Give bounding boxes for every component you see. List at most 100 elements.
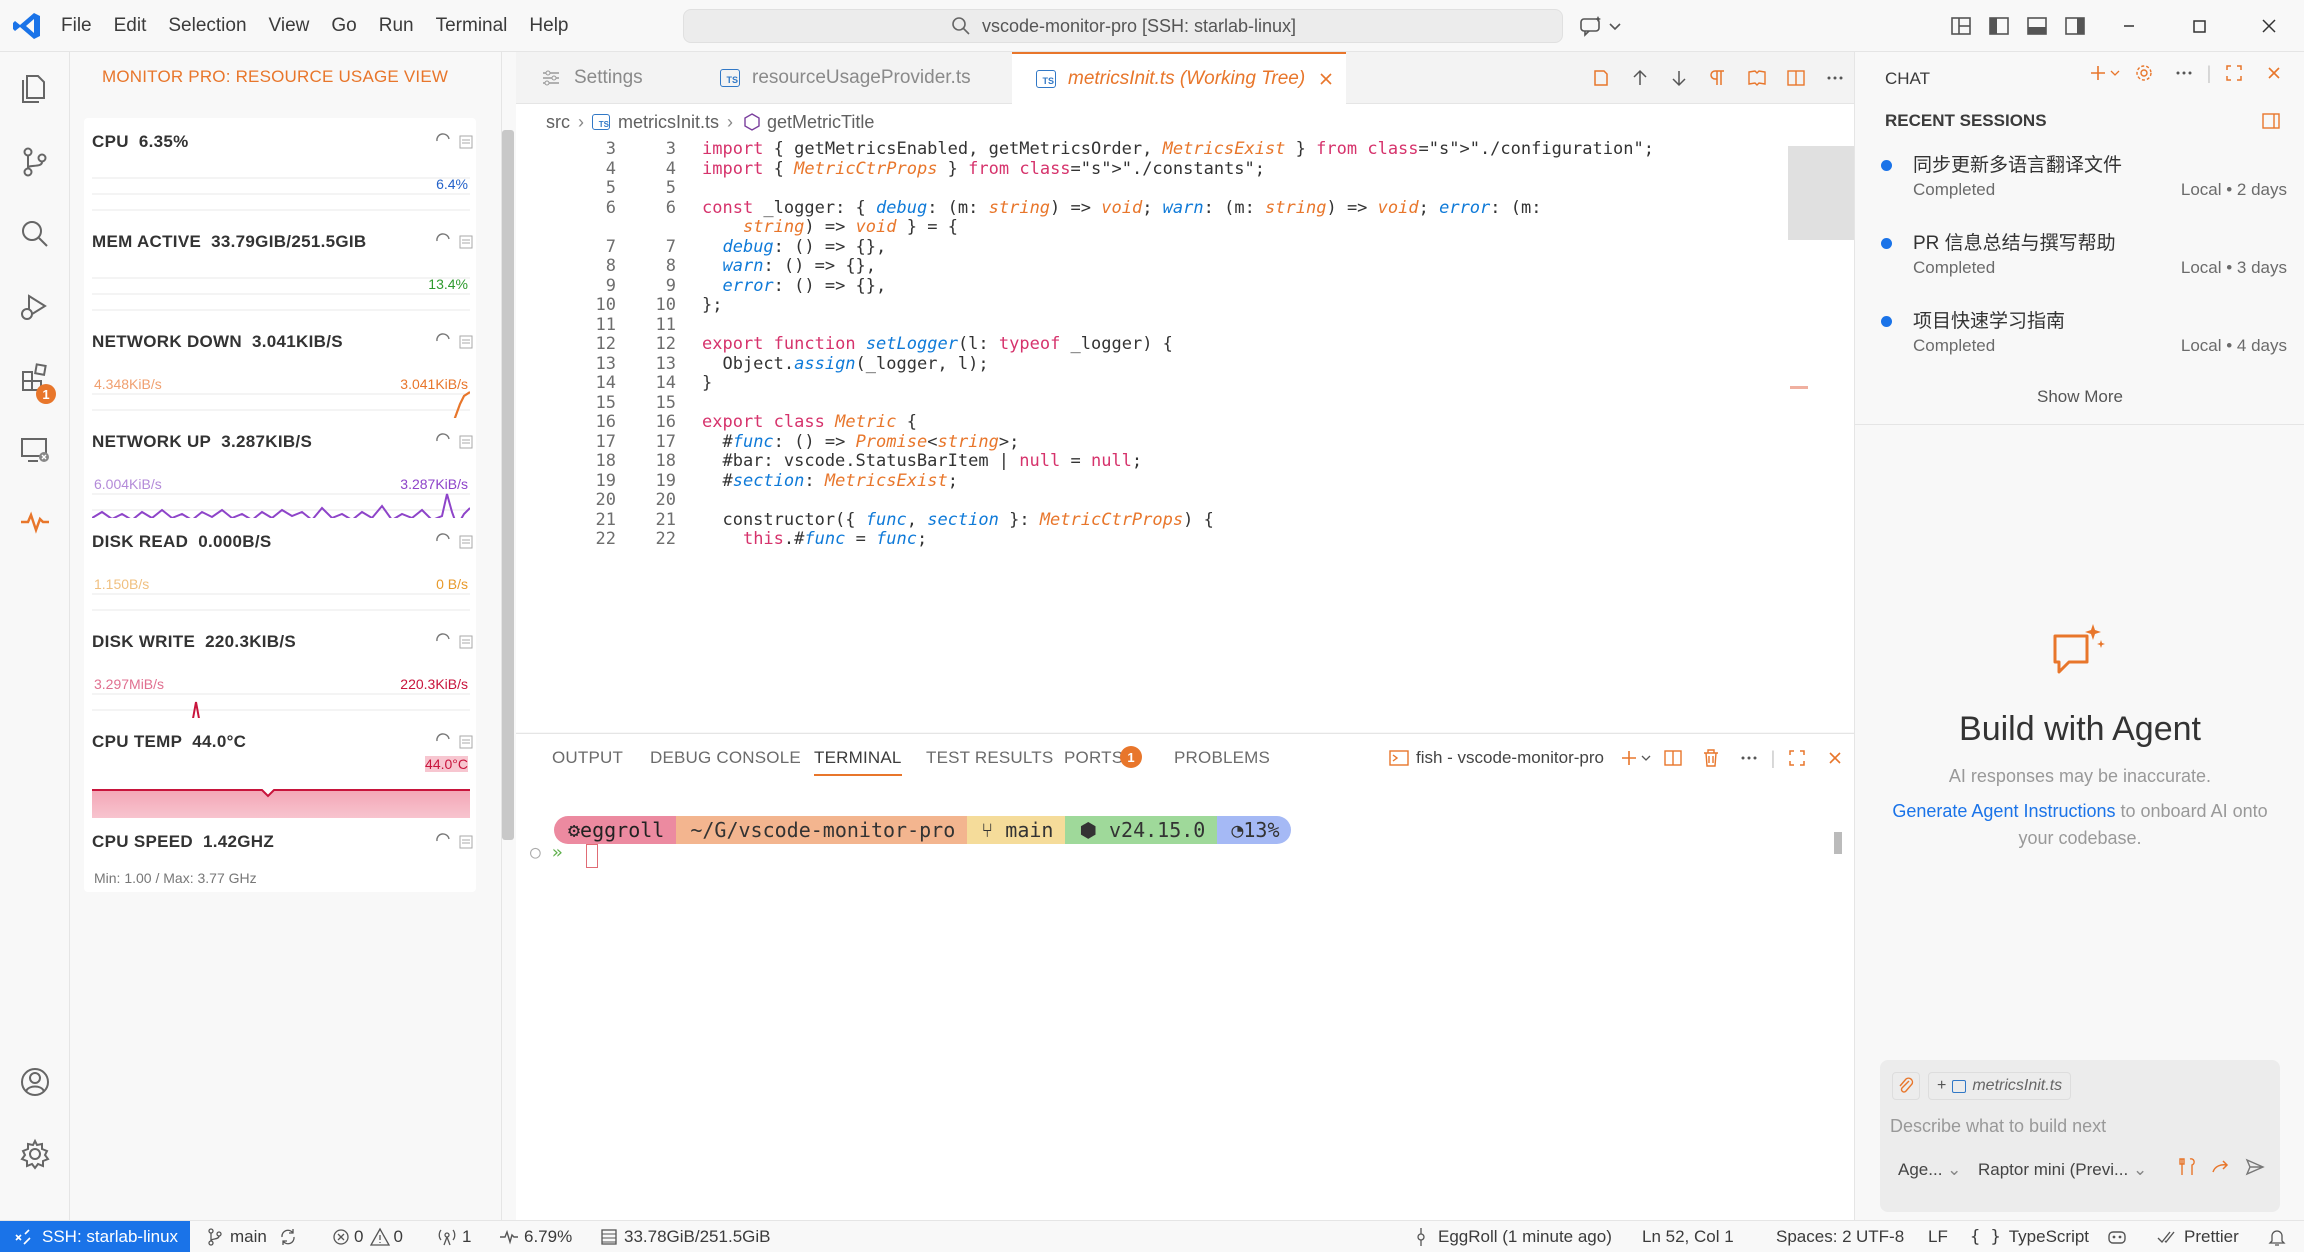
more-actions-button[interactable] — [1815, 67, 1854, 89]
prettier-item[interactable]: Prettier — [2156, 1221, 2239, 1252]
cursor-position-item[interactable]: Ln 52, Col 1 — [1642, 1221, 1734, 1252]
maximize-panel-button[interactable] — [1778, 747, 1816, 769]
tools-button[interactable] — [2170, 1156, 2204, 1178]
refresh-icon[interactable] — [432, 530, 454, 552]
refresh-icon[interactable] — [432, 430, 454, 452]
send-button[interactable] — [2238, 1156, 2272, 1178]
tab-output[interactable]: OUTPUT — [552, 748, 623, 768]
extensions-button[interactable]: 1 — [0, 348, 70, 408]
eol-item[interactable]: LF — [1928, 1221, 1948, 1252]
split-editor-button[interactable] — [1776, 67, 1815, 89]
terminal-scrollbar[interactable] — [1834, 832, 1842, 854]
refresh-icon[interactable] — [432, 830, 454, 852]
chat-settings-button[interactable] — [2124, 62, 2164, 84]
kill-terminal-button[interactable] — [1692, 747, 1730, 769]
sessions-view-icon[interactable] — [2260, 110, 2282, 132]
source-control-button[interactable] — [0, 132, 70, 192]
tab-settings[interactable]: Settings — [516, 52, 684, 104]
session-item[interactable]: 项目快速学习指南 Completed Local • 4 days — [1873, 306, 2287, 376]
run-debug-button[interactable] — [0, 276, 70, 336]
memory-status-item[interactable]: 33.78GiB/251.5GiB — [598, 1221, 770, 1252]
menu-lines-icon[interactable] — [458, 534, 474, 550]
forwarded-ports-item[interactable]: 1 — [436, 1221, 471, 1252]
tab-ports[interactable]: PORTS — [1064, 748, 1123, 768]
tab-test-results[interactable]: TEST RESULTS — [926, 748, 1053, 768]
chat-input-box[interactable]: + metricsInit.ts Describe what to build n… — [1880, 1060, 2280, 1212]
remote-indicator[interactable]: SSH: starlab-linux — [0, 1221, 190, 1252]
menu-go[interactable]: Go — [320, 15, 367, 37]
tab-debug-console[interactable]: DEBUG CONSOLE — [650, 748, 801, 768]
minimap-slider[interactable] — [1788, 146, 1854, 240]
search-view-button[interactable] — [0, 204, 70, 264]
terminal-instance[interactable]: fish - vscode-monitor-pro — [1388, 747, 1616, 769]
session-item[interactable]: 同步更新多语言翻译文件 Completed Local • 2 days — [1873, 150, 2287, 220]
tab-terminal[interactable]: TERMINAL — [814, 748, 902, 776]
open-file-button[interactable] — [1737, 67, 1776, 89]
refresh-icon[interactable] — [432, 230, 454, 252]
refresh-icon[interactable] — [432, 130, 454, 152]
monitor-pro-button[interactable] — [0, 492, 70, 552]
menu-lines-icon[interactable] — [458, 434, 474, 450]
menu-lines-icon[interactable] — [458, 234, 474, 250]
indentation-item[interactable]: Spaces: 2 — [1776, 1221, 1852, 1252]
split-terminal-button[interactable] — [1654, 747, 1692, 769]
menu-edit[interactable]: Edit — [103, 15, 158, 37]
tab-problems[interactable]: PROBLEMS — [1174, 748, 1270, 768]
menu-help[interactable]: Help — [518, 15, 579, 37]
refresh-icon[interactable] — [432, 630, 454, 652]
menu-lines-icon[interactable] — [458, 334, 474, 350]
context-file-chip[interactable]: + metricsInit.ts — [1928, 1072, 2072, 1100]
next-change-button[interactable] — [1659, 67, 1698, 89]
command-center[interactable]: vscode-monitor-pro [SSH: starlab-linux] — [683, 9, 1563, 43]
model-picker[interactable]: Raptor mini (Previ... ⌄ — [1978, 1160, 2147, 1180]
refresh-icon[interactable] — [432, 330, 454, 352]
new-terminal-button[interactable] — [1616, 747, 1654, 769]
toggle-panel-button[interactable] — [2018, 0, 2056, 52]
menu-lines-icon[interactable] — [458, 834, 474, 850]
menu-view[interactable]: View — [258, 15, 321, 37]
git-blame-item[interactable]: EggRoll (1 minute ago) — [1410, 1221, 1612, 1252]
manage-button[interactable] — [0, 1124, 70, 1184]
minimize-button[interactable] — [2094, 0, 2164, 52]
open-changes-button[interactable] — [1581, 67, 1620, 89]
menu-lines-icon[interactable] — [458, 734, 474, 750]
explorer-button[interactable] — [0, 58, 70, 118]
delegate-button[interactable] — [2204, 1156, 2238, 1178]
close-chat-button[interactable] — [2254, 62, 2294, 84]
metric-card-cpu-speed[interactable]: CPU SPEED 1.42GHZ Min: 1.00 / Max: 3.77 … — [84, 818, 476, 892]
new-chat-button[interactable] — [2084, 62, 2124, 84]
encoding-item[interactable]: UTF-8 — [1856, 1221, 1904, 1252]
copilot-menu-button[interactable] — [1578, 10, 1628, 42]
close-window-button[interactable] — [2234, 0, 2304, 52]
show-more-link[interactable]: Show More — [1855, 387, 2304, 407]
toggle-secondary-sidebar-button[interactable] — [2056, 0, 2094, 52]
breadcrumb-folder[interactable]: src — [546, 112, 570, 133]
toggle-primary-sidebar-button[interactable] — [1980, 0, 2018, 52]
panel-more-button[interactable] — [1730, 747, 1768, 769]
remote-explorer-button[interactable] — [0, 420, 70, 480]
problems-item[interactable]: 00 — [330, 1221, 403, 1252]
customize-layout-button[interactable] — [1942, 0, 1980, 52]
accounts-button[interactable] — [0, 1052, 70, 1112]
maximize-chat-button[interactable] — [2214, 62, 2254, 84]
copilot-status-item[interactable] — [2106, 1221, 2128, 1252]
previous-change-button[interactable] — [1620, 67, 1659, 89]
refresh-icon[interactable] — [432, 730, 454, 752]
toggle-whitespace-button[interactable] — [1698, 67, 1737, 89]
attach-context-button[interactable] — [1892, 1072, 1920, 1100]
menu-lines-icon[interactable] — [458, 634, 474, 650]
git-branch-item[interactable]: main — [204, 1221, 299, 1252]
generate-instructions-link[interactable]: Generate Agent Instructions — [1892, 801, 2115, 821]
agent-mode-picker[interactable]: Age... ⌄ — [1898, 1160, 1961, 1180]
tab-resource-usage-provider[interactable]: TS resourceUsageProvider.ts — [696, 52, 1006, 104]
close-tab-icon[interactable] — [1315, 68, 1337, 90]
breadcrumb-symbol[interactable]: getMetricTitle — [767, 112, 874, 133]
chat-more-button[interactable] — [2164, 62, 2204, 84]
language-mode-item[interactable]: { } TypeScript — [1970, 1221, 2089, 1252]
code-editor[interactable]: 3 3 import { getMetricsEnabled, getMetrics… — [516, 140, 1854, 732]
sync-icon[interactable] — [277, 1226, 299, 1248]
menu-terminal[interactable]: Terminal — [425, 15, 519, 37]
close-panel-button[interactable] — [1816, 747, 1854, 769]
menu-selection[interactable]: Selection — [157, 15, 257, 37]
session-item[interactable]: PR 信息总结与撰写帮助 Completed Local • 3 days — [1873, 228, 2287, 298]
